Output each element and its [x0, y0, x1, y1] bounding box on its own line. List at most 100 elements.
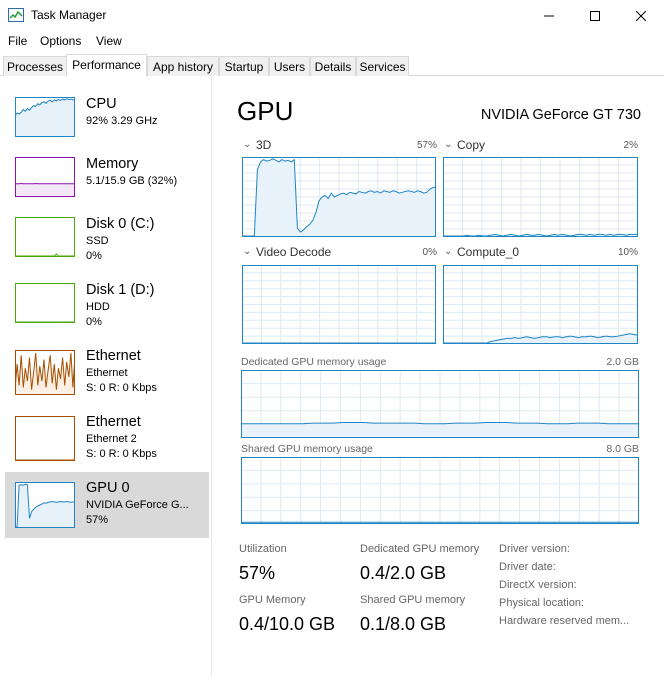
maximize-icon — [590, 10, 600, 21]
title-bar: Task Manager — [0, 0, 664, 31]
engine-graph-video-decode — [242, 265, 436, 344]
resource-sidebar: CPU 92% 3.29 GHz Memory 5.1/15.9 GB (32%… — [0, 77, 212, 676]
sidebar-item-detail: NVIDIA GeForce G... — [86, 499, 189, 511]
sidebar-item-detail: S: 0 R: 0 Kbps — [86, 448, 157, 460]
tab-services[interactable]: Services — [356, 56, 409, 76]
sidebar-item-detail: Ethernet — [86, 367, 128, 379]
engine-graph-copy — [443, 157, 638, 237]
sidebar-item-label: Disk 0 (C:) — [86, 216, 155, 232]
engine-pct-copy: 2% — [623, 140, 638, 151]
gpu-thumbnail-graph — [15, 482, 75, 528]
utilization-label: Utilization — [239, 543, 287, 555]
tab-startup[interactable]: Startup — [219, 56, 269, 76]
shared-memory-graph — [241, 457, 639, 524]
menu-view[interactable]: View — [96, 34, 122, 48]
shared-memory-max: 8.0 GB — [606, 443, 639, 455]
graph-line — [15, 253, 75, 257]
sidebar-item-label: GPU 0 — [86, 480, 130, 496]
gpu-memory-label: GPU Memory — [239, 594, 306, 606]
tab-performance[interactable]: Performance — [66, 54, 147, 77]
tab-bar: Processes Performance App history Startu… — [0, 54, 664, 77]
sidebar-item-disk-0[interactable]: Disk 0 (C:) SSD 0% — [5, 213, 209, 279]
graph-area — [15, 183, 75, 197]
sidebar-item-detail: SSD — [86, 235, 109, 247]
memory-thumbnail-graph — [15, 157, 75, 197]
ethernet-thumbnail-graph — [15, 350, 75, 395]
task-manager-icon — [8, 8, 24, 22]
sidebar-item-detail: S: 0 R: 0 Kbps — [86, 382, 157, 394]
graph-area — [15, 484, 75, 528]
dedicated-memory-graph — [241, 370, 639, 438]
sidebar-item-label: CPU — [86, 96, 117, 112]
shared-gpu-memory-value: 0.1/8.0 GB — [360, 614, 447, 634]
disk0-thumbnail-graph — [15, 217, 75, 257]
sidebar-item-cpu[interactable]: CPU 92% 3.29 GHz — [5, 92, 209, 158]
engine-pct-video-decode: 0% — [422, 247, 437, 258]
engine-label-3d[interactable]: 3D — [256, 138, 271, 152]
engine-label-video-decode[interactable]: Video Decode — [256, 245, 331, 259]
chevron-down-icon[interactable]: ⌄ — [444, 246, 452, 257]
dedicated-memory-label: Dedicated GPU memory usage — [241, 356, 387, 368]
shared-gpu-memory-label: Shared GPU memory — [360, 594, 466, 606]
sidebar-item-detail: 0% — [86, 316, 102, 328]
tab-app-history[interactable]: App history — [147, 56, 219, 76]
chevron-down-icon[interactable]: ⌄ — [444, 139, 452, 150]
cpu-thumbnail-graph — [15, 97, 75, 137]
sidebar-item-label: Memory — [86, 156, 139, 172]
close-icon — [636, 10, 646, 21]
maximize-button[interactable] — [572, 0, 618, 31]
sidebar-item-label: Ethernet — [86, 414, 141, 430]
tab-processes[interactable]: Processes — [3, 56, 67, 76]
engine-label-compute[interactable]: Compute_0 — [457, 245, 519, 259]
driver-date-label: Driver date: — [499, 561, 556, 573]
menu-bar: File Options View — [0, 31, 664, 51]
gpu-device-name: NVIDIA GeForce GT 730 — [480, 107, 641, 123]
sidebar-item-detail: 57% — [86, 514, 109, 526]
engine-pct-3d: 57% — [416, 140, 437, 151]
chevron-down-icon[interactable]: ⌄ — [243, 246, 251, 257]
graph-border — [15, 283, 75, 323]
page-title: GPU — [237, 96, 294, 126]
graph-area — [241, 422, 639, 438]
sidebar-item-label: Ethernet — [86, 348, 141, 364]
engine-graph-3d — [242, 157, 436, 237]
sidebar-item-detail: 92% 3.29 GHz — [86, 115, 158, 127]
hardware-reserved-memory-label: Hardware reserved mem... — [499, 615, 630, 627]
menu-file[interactable]: File — [8, 34, 27, 48]
tab-details[interactable]: Details — [310, 56, 356, 76]
engine-pct-compute: 10% — [617, 247, 638, 258]
sidebar-item-ethernet[interactable]: Ethernet Ethernet S: 0 R: 0 Kbps — [5, 345, 209, 411]
sidebar-item-detail: 0% — [86, 250, 102, 262]
gpu-memory-value: 0.4/10.0 GB — [239, 614, 336, 634]
sidebar-item-detail: HDD — [86, 301, 110, 313]
close-button[interactable] — [618, 0, 664, 31]
engine-label-copy[interactable]: Copy — [457, 138, 485, 152]
ethernet2-thumbnail-graph — [15, 416, 75, 461]
sidebar-item-ethernet-2[interactable]: Ethernet Ethernet 2 S: 0 R: 0 Kbps — [5, 411, 209, 477]
sidebar-item-memory[interactable]: Memory 5.1/15.9 GB (32%) — [5, 153, 209, 219]
graph-area — [15, 98, 75, 137]
chevron-down-icon[interactable]: ⌄ — [243, 139, 251, 150]
shared-memory-label: Shared GPU memory usage — [241, 443, 373, 455]
disk1-thumbnail-graph — [15, 283, 75, 323]
utilization-value: 57% — [239, 563, 276, 583]
directx-version-label: DirectX version: — [499, 579, 577, 591]
graph-border — [15, 217, 75, 257]
performance-panel: CPU 92% 3.29 GHz Memory 5.1/15.9 GB (32%… — [0, 77, 664, 676]
tab-users[interactable]: Users — [269, 56, 310, 76]
physical-location-label: Physical location: — [499, 597, 584, 609]
engine-graph-compute — [443, 265, 638, 344]
menu-options[interactable]: Options — [40, 34, 81, 48]
sidebar-item-disk-1[interactable]: Disk 1 (D:) HDD 0% — [5, 279, 209, 345]
dedicated-memory-max: 2.0 GB — [606, 356, 639, 368]
sidebar-item-gpu-0[interactable]: GPU 0 NVIDIA GeForce G... 57% — [5, 472, 209, 538]
sidebar-item-detail: Ethernet 2 — [86, 433, 137, 445]
sidebar-item-detail: 5.1/15.9 GB (32%) — [86, 175, 178, 187]
driver-version-label: Driver version: — [499, 543, 570, 555]
dedicated-gpu-memory-label: Dedicated GPU memory — [360, 543, 480, 555]
minimize-icon — [544, 15, 554, 16]
sidebar-item-label: Disk 1 (D:) — [86, 282, 155, 298]
dedicated-gpu-memory-value: 0.4/2.0 GB — [360, 563, 447, 583]
minimize-button[interactable] — [526, 0, 572, 31]
window-title: Task Manager — [31, 8, 107, 22]
